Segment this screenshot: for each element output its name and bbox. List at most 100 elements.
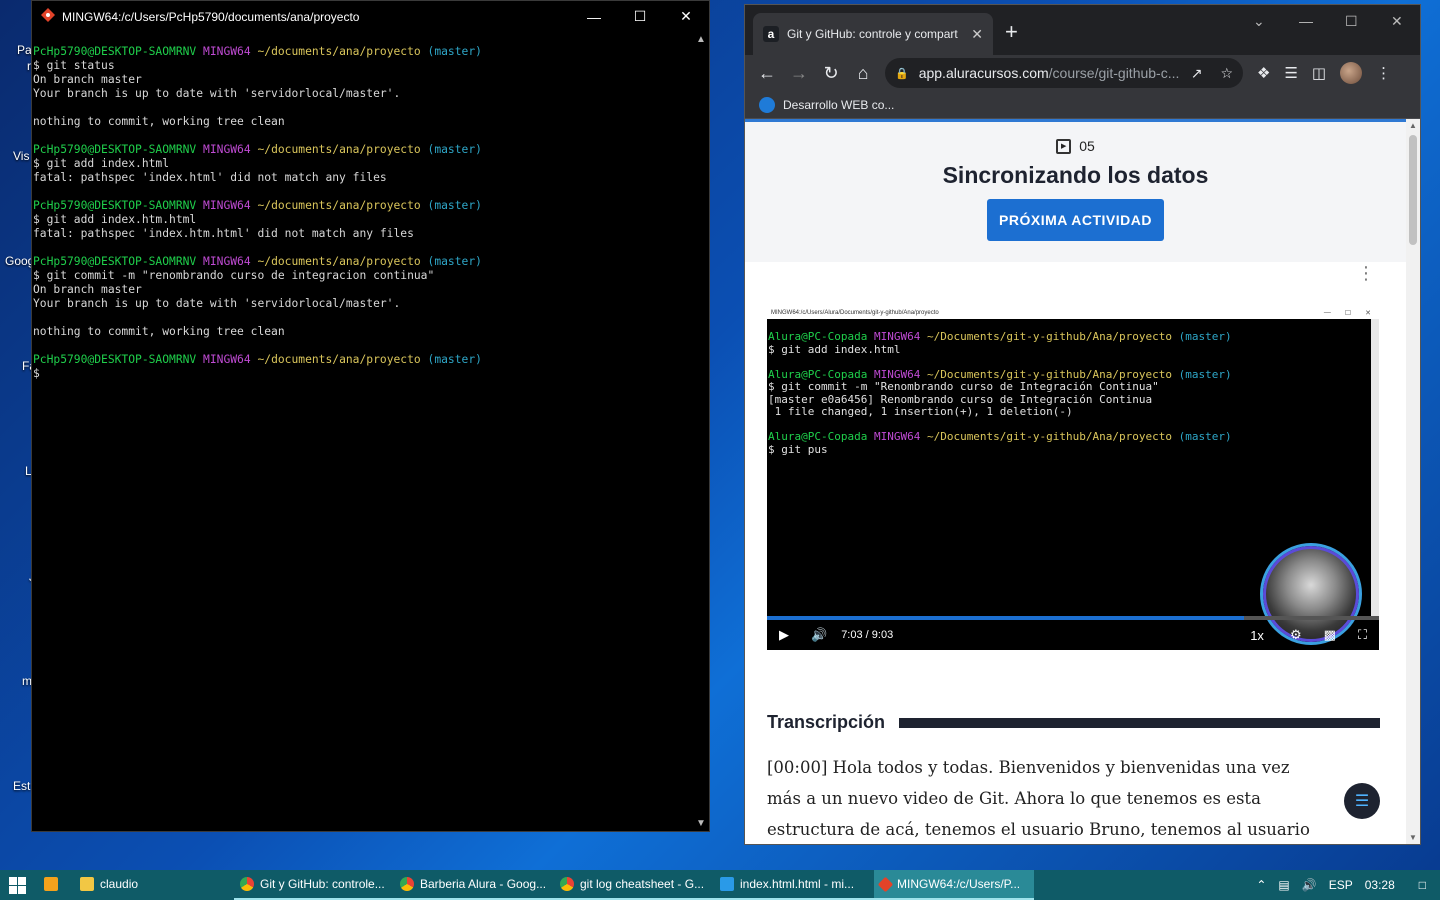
tab-search-icon[interactable]: ⌄ xyxy=(1253,13,1265,30)
volume-icon[interactable]: 🔊 xyxy=(811,627,827,643)
extensions-icon[interactable]: ❖ xyxy=(1257,64,1270,82)
address-bar[interactable]: 🔒 app.aluracursos.com/course/git-github-… xyxy=(885,58,1243,88)
playback-speed-button[interactable]: 1x xyxy=(1250,628,1264,643)
share-icon[interactable]: ↗ xyxy=(1191,65,1203,82)
prompt-path: ~/Documents/git-y-github/Ana/proyecto xyxy=(926,330,1172,343)
picture-in-picture-icon[interactable]: ▩ xyxy=(1324,627,1336,643)
folder-icon xyxy=(80,877,94,891)
close-button[interactable]: ✕ xyxy=(1391,13,1403,30)
git-bash-icon xyxy=(877,876,894,892)
prompt-env: MINGW64 xyxy=(203,353,251,366)
notifications-icon[interactable]: □ xyxy=(1419,878,1426,892)
output-line: nothing to commit, working tree clean xyxy=(33,325,285,338)
close-button[interactable]: ✕ xyxy=(663,1,709,32)
back-button[interactable]: ← xyxy=(751,57,783,89)
settings-gear-icon[interactable]: ⚙ xyxy=(1290,627,1302,643)
prompt-env: MINGW64 xyxy=(873,330,921,343)
prompt-user: Alura@PC-Copada xyxy=(768,367,868,381)
prompt-path: ~/Documents/git-y-github/Ana/proyecto xyxy=(926,430,1172,443)
taskbar-item[interactable]: Barberia Alura - Goog... xyxy=(394,870,554,900)
terminal-scrollbar[interactable]: ▲ ▼ xyxy=(693,32,709,831)
forward-button[interactable]: → xyxy=(783,57,815,89)
prompt-line: PcHp5790@DESKTOP-SAOMRNV MINGW64 ~/docum… xyxy=(33,353,691,367)
terminal-titlebar[interactable]: MINGW64:/c/Users/PcHp5790/documents/ana/… xyxy=(32,1,709,32)
prompt-env: MINGW64 xyxy=(873,367,921,381)
browser-tab[interactable]: a Git y GitHub: controle y compart ✕ xyxy=(753,13,993,55)
command-line: $ xyxy=(33,367,40,380)
prompt-branch: (master) xyxy=(427,143,482,156)
navigation-bar: ← → ↻ ⌂ 🔒 app.aluracursos.com/course/git… xyxy=(745,55,1420,91)
reload-button[interactable]: ↻ xyxy=(815,57,847,89)
prompt-branch: (master) xyxy=(427,255,482,268)
scroll-up-icon[interactable]: ▲ xyxy=(1409,121,1417,130)
time-separator: / xyxy=(865,629,869,641)
taskbar-item[interactable]: index.html.html - mi... xyxy=(714,870,874,900)
media-player-button[interactable] xyxy=(34,870,74,900)
bookmark-star-icon[interactable]: ☆ xyxy=(1220,65,1233,82)
tab-close-icon[interactable]: ✕ xyxy=(971,26,983,43)
network-icon[interactable]: ▤ xyxy=(1278,878,1289,892)
fullscreen-icon[interactable]: ⛶ xyxy=(1358,627,1367,643)
volume-icon[interactable]: 🔊 xyxy=(1302,878,1317,892)
chrome-icon xyxy=(400,877,414,891)
play-icon[interactable]: ▶ xyxy=(779,627,789,643)
transcript-header: Transcripción xyxy=(767,712,1380,733)
video-minimize-icon: — xyxy=(1323,308,1331,316)
prompt-user: PcHp5790@DESKTOP-SAOMRNV xyxy=(33,143,197,156)
chevron-up-icon[interactable]: ⌃ xyxy=(1256,878,1266,892)
output-line: Your branch is up to date with 'servidor… xyxy=(33,87,401,100)
current-time: 7:03 xyxy=(841,629,863,641)
start-button[interactable] xyxy=(0,870,34,900)
desktop-icon-label[interactable]: Pa xyxy=(17,43,32,57)
taskbar-item[interactable]: MINGW64:/c/Users/P... xyxy=(874,870,1034,900)
tab-bar: a Git y GitHub: controle y compart ✕ + ⌄… xyxy=(745,5,1420,55)
taskbar-item-label: git log cheatsheet - G... xyxy=(580,877,705,891)
prompt-line: Alura@PC-Copada MINGW64 ~/Documents/git-… xyxy=(768,430,1371,444)
desktop-icon-label[interactable]: Goog xyxy=(5,254,34,268)
maximize-button[interactable]: ☐ xyxy=(1345,13,1358,30)
language-indicator[interactable]: ESP xyxy=(1329,878,1353,892)
terminal-output[interactable]: PcHp5790@DESKTOP-SAOMRNV MINGW64 ~/docum… xyxy=(33,45,691,831)
video-player[interactable]: MINGW64:/c/Users/Alura/Documents/git-y-g… xyxy=(767,306,1379,650)
scroll-up-icon[interactable]: ▲ xyxy=(696,34,706,45)
media-control-icon[interactable]: ☰ xyxy=(1284,64,1297,82)
chrome-icon xyxy=(560,877,574,891)
minimize-button[interactable]: — xyxy=(1299,13,1313,29)
prompt-env: MINGW64 xyxy=(203,45,251,58)
desktop-icon-label[interactable]: Est xyxy=(13,779,30,793)
media-player-icon xyxy=(44,877,58,891)
home-button[interactable]: ⌂ xyxy=(847,57,879,89)
minimize-button[interactable]: — xyxy=(571,1,617,32)
clock[interactable]: 03:28 xyxy=(1365,878,1395,892)
command-line: $ git commit -m "Renombrando curso de In… xyxy=(768,380,1159,393)
taskbar-item[interactable]: git log cheatsheet - G... xyxy=(554,870,714,900)
desktop-icon-label[interactable]: Vis xyxy=(13,149,29,163)
scroll-down-icon[interactable]: ▼ xyxy=(696,818,706,829)
tab-title: Git y GitHub: controle y compart xyxy=(787,27,958,41)
video-controls: ▶ 🔊 7:03 / 9:03 1x ⚙ ▩ ⛶ xyxy=(767,620,1379,650)
maximize-button[interactable]: ☐ xyxy=(617,1,663,32)
output-line: fatal: pathspec 'index.htm.html' did not… xyxy=(33,227,414,240)
taskbar-item[interactable]: Git y GitHub: controle... xyxy=(234,870,394,900)
taskbar-item[interactable]: claudio xyxy=(74,870,230,900)
taskbar-item-label: MINGW64:/c/Users/P... xyxy=(897,877,1021,891)
new-tab-button[interactable]: + xyxy=(1005,19,1018,45)
output-line: Your branch is up to date with 'servidor… xyxy=(33,297,401,310)
scroll-down-icon[interactable]: ▼ xyxy=(1409,833,1417,842)
prompt-user: PcHp5790@DESKTOP-SAOMRNV xyxy=(33,199,197,212)
next-activity-button[interactable]: PRÓXIMA ACTIVIDAD xyxy=(987,199,1164,241)
lock-icon[interactable]: 🔒 xyxy=(895,67,909,80)
system-tray: ⌃ ▤ 🔊 ESP 03:28 □ xyxy=(1256,878,1440,892)
profile-avatar[interactable] xyxy=(1340,62,1363,84)
browser-window[interactable]: a Git y GitHub: controle y compart ✕ + ⌄… xyxy=(744,4,1421,845)
page-scrollbar[interactable]: ▲ ▼ xyxy=(1406,119,1420,844)
floating-menu-button[interactable]: ☰ xyxy=(1344,783,1380,819)
prompt-branch: (master) xyxy=(427,353,482,366)
video-time: 7:03 / 9:03 xyxy=(841,629,893,641)
terminal-window[interactable]: MINGW64:/c/Users/PcHp5790/documents/ana/… xyxy=(31,0,710,832)
menu-icon[interactable]: ⋮ xyxy=(1376,64,1391,82)
more-options-icon[interactable]: ⋮ xyxy=(1356,264,1376,282)
bookmark-item[interactable]: Desarrollo WEB co... xyxy=(783,98,894,112)
side-panel-icon[interactable]: ◫ xyxy=(1312,64,1326,82)
scroll-thumb[interactable] xyxy=(1409,135,1417,245)
